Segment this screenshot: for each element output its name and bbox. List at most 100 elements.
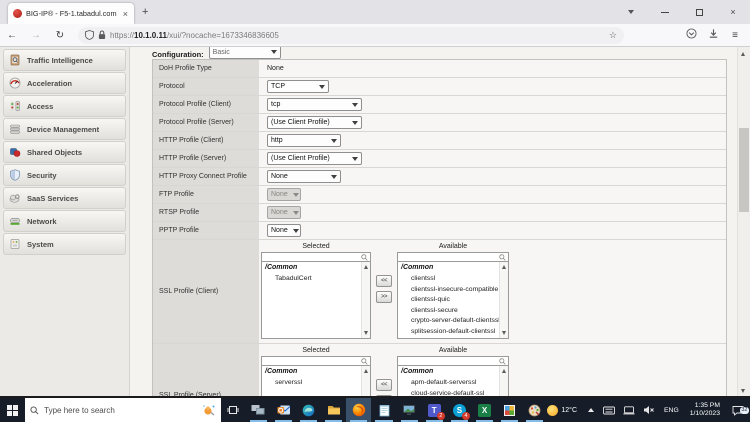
scrollbar-thumb[interactable] xyxy=(739,128,749,212)
list-item[interactable]: clientssl-quic xyxy=(398,295,499,306)
taskbar-app-paint[interactable] xyxy=(522,398,547,422)
http-profile-client-select[interactable]: http xyxy=(267,134,341,147)
http-profile-server-select[interactable]: (Use Client Profile) xyxy=(267,152,362,165)
touch-keyboard-icon[interactable] xyxy=(603,406,615,415)
forward-button[interactable]: → xyxy=(24,30,48,41)
url-bar[interactable]: https://10.1.0.11/xui/?nocache=167334683… xyxy=(78,27,624,44)
tray-expand-chevron-icon[interactable] xyxy=(588,408,594,412)
protocol-profile-server-select[interactable]: (Use Client Profile) xyxy=(267,116,362,129)
profile-form-table: DoH Profile Type None Protocol TCP Proto… xyxy=(152,59,727,398)
back-button[interactable]: ← xyxy=(0,30,24,41)
http-proxy-connect-profile-select[interactable]: None xyxy=(267,170,341,183)
ssl-client-selected-search-input[interactable] xyxy=(261,252,371,262)
tab-list-chevron-icon[interactable] xyxy=(614,0,648,24)
list-item[interactable]: clientssl-secure xyxy=(398,306,499,317)
configuration-select[interactable]: Basic xyxy=(209,47,281,59)
reload-button[interactable]: ↻ xyxy=(48,30,72,41)
lock-icon[interactable] xyxy=(98,30,106,40)
network-icon[interactable] xyxy=(623,406,635,415)
sidebar-item-device-management[interactable]: Device Management xyxy=(3,118,126,140)
taskbar-app-outlook[interactable] xyxy=(271,398,296,422)
list-item[interactable]: TabadulCert xyxy=(262,274,361,285)
taskbar-app-notepad[interactable] xyxy=(371,398,396,422)
ssl-server-selected-search-input[interactable] xyxy=(261,356,371,366)
sidebar-item-network[interactable]: Network xyxy=(3,210,126,232)
downloads-icon[interactable] xyxy=(702,28,724,42)
sidebar-item-saas-services[interactable]: SaaS Services xyxy=(3,187,126,209)
close-button[interactable]: × xyxy=(716,0,750,24)
weather-sun-icon[interactable] xyxy=(547,405,558,416)
pocket-icon[interactable] xyxy=(680,28,702,42)
list-scrollbar[interactable] xyxy=(361,366,370,398)
move-left-button[interactable]: << xyxy=(376,379,392,391)
shield-permissions-icon[interactable] xyxy=(85,30,94,40)
page-scrollbar[interactable] xyxy=(737,47,750,398)
tab-close-icon[interactable]: × xyxy=(122,9,129,19)
scroll-down-arrow[interactable] xyxy=(741,389,745,393)
ssl-server-selected-list[interactable]: /Common serverssl xyxy=(261,366,371,398)
firefox-icon xyxy=(352,403,366,417)
ssl-server-available-search-input[interactable] xyxy=(397,356,509,366)
ssl-client-available-list[interactable]: /Common clientssl clientssl-insecure-com… xyxy=(397,262,509,339)
ssl-client-selected-list[interactable]: /Common TabadulCert xyxy=(261,262,371,339)
taskbar-app-skype[interactable]: S4 xyxy=(447,398,472,422)
selected-header: Selected xyxy=(261,347,371,356)
browser-tab[interactable]: BIG-IP® - F5-1.tabadul.com (10 × xyxy=(8,3,134,24)
sidebar-item-access[interactable]: Access xyxy=(3,95,126,117)
chevron-down-icon xyxy=(331,175,337,179)
sidebar-item-acceleration[interactable]: Acceleration xyxy=(3,72,126,94)
protocol-profile-client-select[interactable]: tcp xyxy=(267,98,362,111)
sidebar-item-system[interactable]: System xyxy=(3,233,126,255)
taskbar-clock[interactable]: 1:35 PM 1/10/2023 xyxy=(690,402,720,418)
ssl-server-available-list[interactable]: /Common apm-default-serverssl cloud-serv… xyxy=(397,366,509,398)
minimize-button[interactable] xyxy=(648,0,682,24)
list-item[interactable]: clientssl xyxy=(398,274,499,285)
taskbar-app-teams[interactable]: T2 xyxy=(422,398,447,422)
url-text[interactable]: https://10.1.0.11/xui/?nocache=167334683… xyxy=(110,31,605,40)
protocol-select[interactable]: TCP xyxy=(267,80,329,93)
list-scrollbar[interactable] xyxy=(499,366,508,398)
action-center-button[interactable]: 32 xyxy=(726,405,750,416)
menu-icon[interactable]: ≡ xyxy=(724,30,746,41)
taskbar-app-file-explorer[interactable] xyxy=(321,398,346,422)
taskbar-search[interactable]: Type here to search xyxy=(25,398,221,422)
list-item[interactable]: serverssl xyxy=(262,378,361,389)
available-header: Available xyxy=(397,243,509,252)
form-row-http-profile-server: HTTP Profile (Server) (Use Client Profil… xyxy=(153,150,726,168)
move-left-button[interactable]: << xyxy=(376,275,392,287)
configuration-label: Configuration: xyxy=(152,50,204,59)
sidebar-item-security[interactable]: Security xyxy=(3,164,126,186)
list-item[interactable]: crypto-server-default-clientssl xyxy=(398,316,499,327)
taskbar-app-edge[interactable] xyxy=(296,398,321,422)
list-scrollbar[interactable] xyxy=(361,262,370,338)
list-item[interactable]: clientssl-insecure-compatible xyxy=(398,285,499,296)
taskbar-app-firefox[interactable] xyxy=(346,398,371,422)
form-row-protocol-profile-server: Protocol Profile (Server) (Use Client Pr… xyxy=(153,114,726,132)
taskbar-app-remote-desktop[interactable] xyxy=(246,398,271,422)
volume-muted-icon[interactable] xyxy=(643,405,655,415)
sidebar-item-shared-objects[interactable]: Shared Objects xyxy=(3,141,126,163)
taskbar-app-photos[interactable] xyxy=(497,398,522,422)
taskbar-app-display[interactable] xyxy=(397,398,422,422)
list-group: /Common xyxy=(398,367,499,378)
language-indicator[interactable]: ENG xyxy=(664,407,679,414)
form-row-ssl-profile-client: SSL Profile (Client) Selected /Common Ta… xyxy=(153,240,726,344)
weather-temp[interactable]: 12°C xyxy=(561,407,577,414)
ssl-client-available-search-input[interactable] xyxy=(397,252,509,262)
pptp-profile-select[interactable]: None xyxy=(267,224,301,237)
maximize-button[interactable] xyxy=(682,0,716,24)
list-item[interactable]: splitsession-default-clientssl xyxy=(398,327,499,338)
start-button[interactable] xyxy=(0,398,25,422)
taskbar-app-excel[interactable]: X xyxy=(472,398,497,422)
bookmark-star-icon[interactable]: ☆ xyxy=(609,30,617,41)
list-scrollbar[interactable] xyxy=(499,262,508,338)
sidebar-item-traffic-intelligence[interactable]: Traffic Intelligence xyxy=(3,49,126,71)
shield-icon xyxy=(9,169,21,181)
list-item[interactable]: apm-default-serverssl xyxy=(398,378,499,389)
new-tab-button[interactable]: + xyxy=(142,6,148,18)
search-icon xyxy=(361,358,368,365)
move-right-button[interactable]: >> xyxy=(376,291,392,303)
scroll-up-arrow[interactable] xyxy=(741,52,745,56)
task-view-button[interactable] xyxy=(221,398,246,422)
search-highlights-icon[interactable] xyxy=(202,404,216,416)
